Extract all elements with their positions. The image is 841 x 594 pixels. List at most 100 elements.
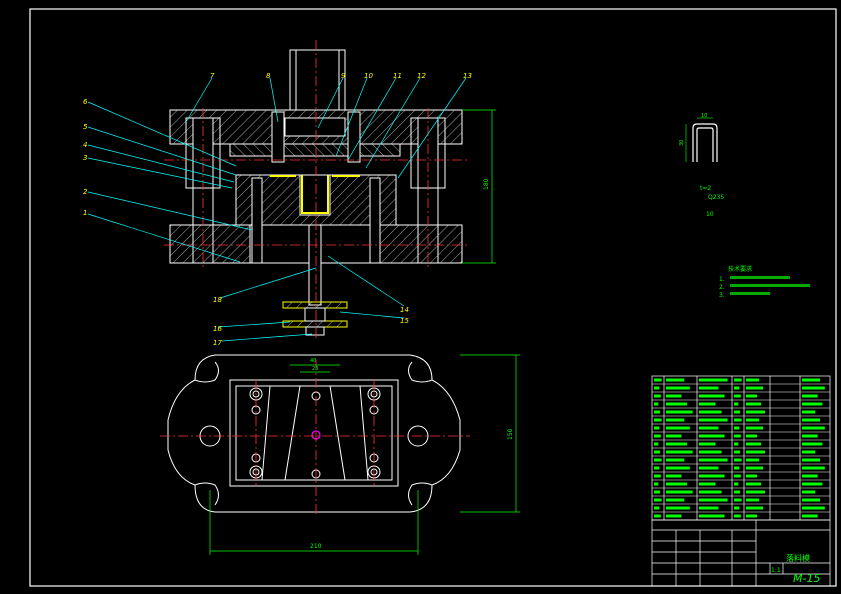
parts-list-cell (746, 458, 759, 462)
balloon-13: 13 (463, 72, 472, 80)
parts-list-cell (734, 506, 740, 510)
title-drawing-no: M-15 (793, 572, 820, 585)
parts-list-cell (654, 450, 660, 454)
parts-list-cell (802, 394, 818, 398)
parts-list-cell (666, 490, 693, 494)
parts-list-cell (734, 434, 741, 438)
parts-list-cell (699, 482, 716, 486)
parts-list-cell (734, 458, 742, 462)
parts-list-cell (746, 514, 757, 518)
parts-list-cell (699, 410, 722, 414)
plan-width-a: 40 (310, 358, 316, 364)
parts-list-cell (746, 442, 761, 446)
parts-list-cell (734, 482, 739, 486)
parts-list-cell (654, 466, 660, 470)
plan-height-value: 150 (507, 428, 514, 440)
parts-list-cell (802, 506, 825, 510)
parts-list-cell (746, 450, 765, 454)
balloon-9: 9 (341, 72, 346, 80)
parts-list-cell (802, 418, 820, 422)
parts-list-cell (699, 394, 725, 398)
plan-view (167, 354, 461, 513)
parts-list-cell (699, 506, 719, 510)
parts-list-cell (746, 474, 757, 478)
parts-list-cell (654, 410, 660, 414)
title-part-name: 落料模 (786, 553, 810, 563)
balloon-5: 5 (83, 123, 88, 131)
parts-list-cell (802, 426, 825, 430)
parts-list-cell (654, 514, 661, 518)
parts-list-cell (666, 418, 685, 422)
balloon-18: 18 (213, 296, 222, 304)
parts-list-cell (746, 506, 763, 510)
balloon-1: 1 (83, 209, 87, 217)
parts-list-cell (734, 490, 740, 494)
parts-list-cell (666, 442, 687, 446)
parts-list-cell (746, 466, 763, 470)
parts-list-cell (666, 378, 685, 382)
parts-list-cell (666, 506, 690, 510)
parts-list-cell (746, 386, 763, 390)
parts-list-cell (654, 386, 660, 390)
parts-list-cell (734, 514, 741, 518)
part-notes: t=2 Q235 10 (700, 185, 724, 218)
plan-width-value: 210 (310, 543, 322, 550)
part-note-material: Q235 (708, 194, 724, 201)
parts-list-cell (734, 426, 740, 430)
parts-list-cell (654, 498, 662, 502)
parts-list-cell (654, 394, 661, 398)
parts-list-cell (666, 410, 693, 414)
tech-notes: 技术要求 1. 2. 3. (719, 265, 810, 299)
parts-list-cell (666, 498, 685, 502)
parts-list-cell (802, 434, 818, 438)
parts-list-cell (666, 466, 690, 470)
part-dim-top: 10 (701, 113, 707, 119)
parts-list-cell (746, 490, 765, 494)
parts-list-cell (746, 410, 765, 414)
parts-list-cell (746, 498, 759, 502)
parts-list-cell (666, 402, 687, 406)
parts-list-cell (699, 474, 725, 478)
parts-list-cell (734, 442, 739, 446)
parts-list-cell (654, 402, 659, 406)
parts-list-cell (654, 442, 659, 446)
balloon-10: 10 (364, 72, 373, 80)
parts-list-cell (699, 386, 719, 390)
balloon-15: 15 (400, 317, 409, 325)
parts-list-cell (802, 450, 816, 454)
parts-list-cell (734, 498, 742, 502)
parts-list-cell (666, 434, 682, 438)
parts-list-cell (699, 498, 728, 502)
parts-list-cell (666, 386, 690, 390)
balloon-2: 2 (83, 188, 88, 196)
parts-list-cell (699, 514, 725, 518)
parts-list-cell (654, 378, 662, 382)
parts-list-cell (734, 378, 742, 382)
parts-list-cell (654, 490, 660, 494)
parts-list-cell (802, 466, 825, 470)
front-height-dimension (462, 109, 496, 264)
parts-list-cell (666, 450, 693, 454)
parts-list-cell (666, 426, 690, 430)
parts-list-cell (734, 386, 740, 390)
balloon-11: 11 (393, 72, 402, 80)
parts-list-cell (699, 402, 716, 406)
parts-list-cell (746, 434, 757, 438)
balloon-12: 12 (417, 72, 426, 80)
parts-list-cell (802, 514, 818, 518)
parts-list-cell (802, 498, 820, 502)
parts-list-cell (746, 482, 761, 486)
parts-list-cell (802, 482, 823, 486)
parts-list-cell (734, 402, 739, 406)
parts-list-cell (802, 490, 816, 494)
part-note-qty: 10 (706, 211, 714, 218)
parts-list-cell (654, 474, 661, 478)
parts-list-cell (699, 466, 719, 470)
balloon-16: 16 (213, 325, 222, 333)
balloon-7: 7 (210, 72, 215, 80)
balloon-3: 3 (83, 154, 87, 162)
parts-list-cell (746, 394, 757, 398)
parts-list-cell (666, 474, 682, 478)
cad-drawing: 1 2 3 4 5 6 7 8 9 10 11 12 13 14 15 16 1… (29, 8, 837, 587)
parts-list-cell (746, 378, 759, 382)
